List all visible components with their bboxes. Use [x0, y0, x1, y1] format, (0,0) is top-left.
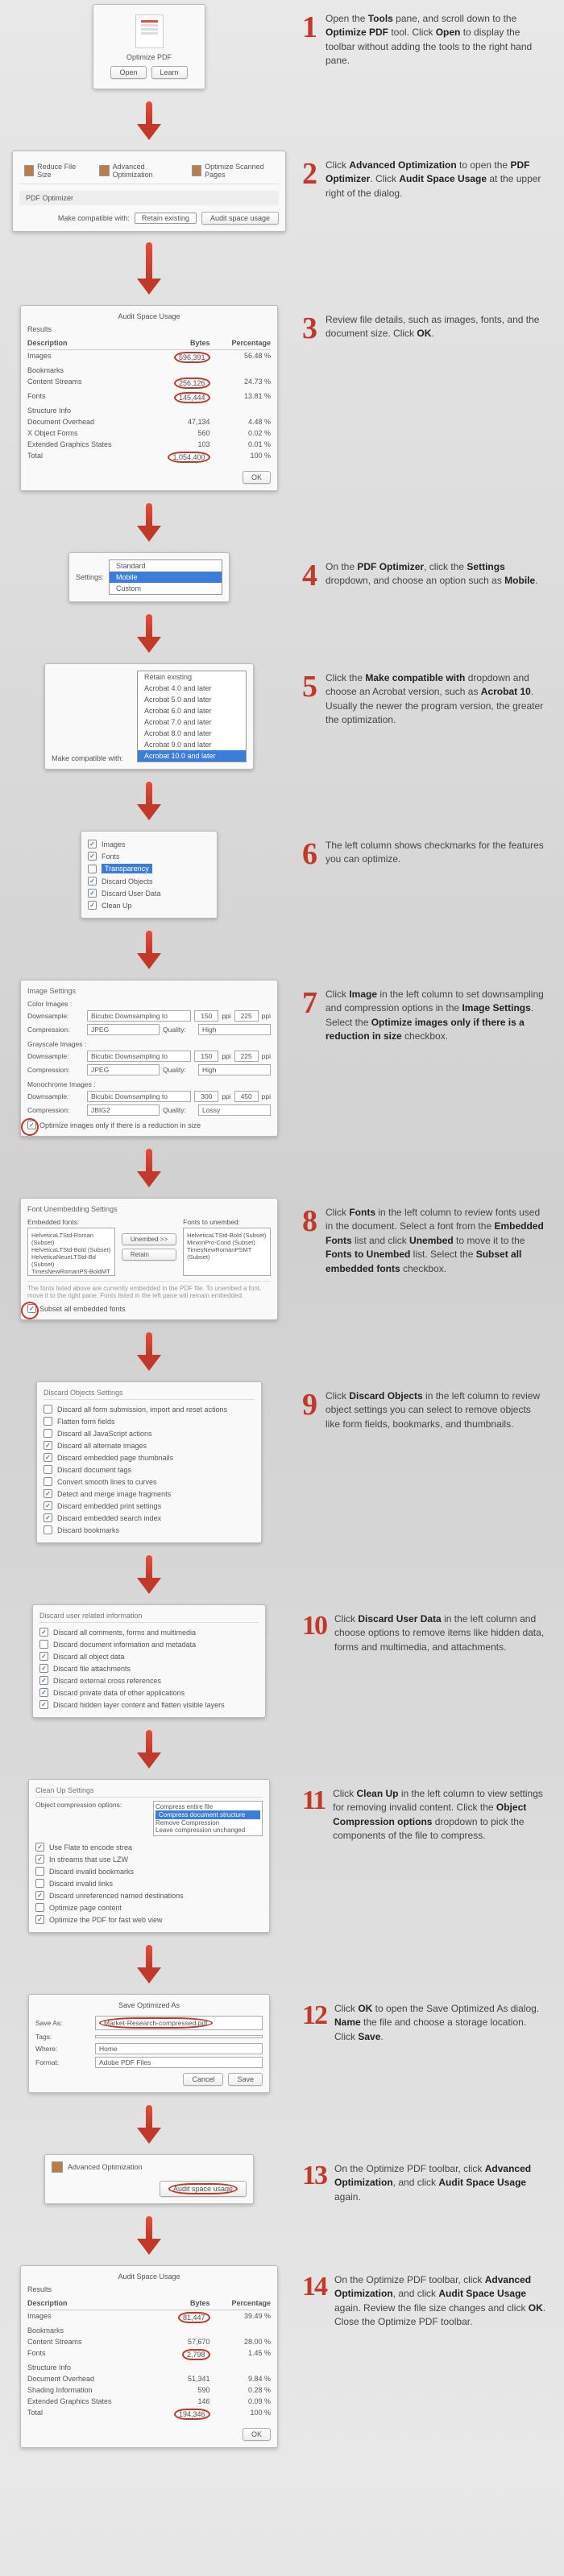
step-number: 7	[302, 988, 317, 1018]
step-text: Click Fonts in the left column to review…	[326, 1206, 548, 1276]
step-number: 13	[302, 2162, 326, 2190]
step-number: 10	[302, 1612, 326, 1640]
settings-dropdown[interactable]: StandardMobileCustom	[109, 559, 222, 595]
step-number: 14	[302, 2273, 326, 2301]
compression-options-dropdown[interactable]: Compress entire fileCompress document st…	[153, 1801, 263, 1836]
open-button[interactable]: Open	[110, 66, 146, 79]
embedded-fonts-list[interactable]: HelveticaLTStd-Roman (Subset)HelveticaLT…	[27, 1228, 115, 1276]
optimize-reduce-checkbox[interactable]	[27, 1121, 36, 1129]
step-text: Click Clean Up in the left column to vie…	[333, 1787, 548, 1843]
step-number: 12	[302, 2002, 326, 2029]
step-number: 11	[302, 1787, 325, 1814]
settings-dropdown-panel: Settings: StandardMobileCustom	[68, 552, 230, 602]
step-number: 2	[302, 159, 317, 189]
reduce-file-size[interactable]: Reduce File Size	[24, 163, 83, 179]
tool-title: Optimize PDF	[103, 53, 195, 61]
step-number: 8	[302, 1206, 317, 1236]
pdf-icon	[135, 14, 164, 48]
step-number: 4	[302, 560, 317, 591]
step-number: 3	[302, 313, 317, 344]
feature-checklist: ImagesFontsTransparencyDiscard ObjectsDi…	[81, 831, 218, 919]
results-label: Results	[27, 325, 271, 333]
step-text: Click Advanced Optimization to open the …	[326, 159, 548, 200]
step-text: Click OK to open the Save Optimized As d…	[334, 2002, 548, 2044]
audit-space-button[interactable]: Audit space usage	[201, 212, 279, 225]
ok-button[interactable]: OK	[243, 2428, 271, 2441]
optimizer-header: PDF Optimizer	[19, 191, 279, 205]
audit-button[interactable]: Audit space usage	[160, 2181, 247, 2197]
step-text: Click Image in the left column to set do…	[326, 988, 548, 1044]
step-text: The left column shows checkmarks for the…	[326, 839, 548, 867]
cancel-button[interactable]: Cancel	[183, 2073, 223, 2086]
step-number: 6	[302, 839, 317, 869]
subset-fonts-checkbox[interactable]	[27, 1304, 36, 1313]
settings-label: Settings:	[76, 573, 104, 581]
unembed-button[interactable]: Unembed >>	[122, 1233, 176, 1245]
format-select[interactable]: Adobe PDF Files	[95, 2057, 263, 2068]
compat-label: Make compatible with:	[58, 214, 130, 222]
step-text: On the Optimize PDF toolbar, click Advan…	[334, 2273, 548, 2330]
save-optimized-dialog: Save Optimized As Save As:Market-Researc…	[28, 1994, 270, 2093]
unembed-fonts-list[interactable]: HelveticaLTStd-Bold (Subset)MinionPro-Co…	[183, 1228, 271, 1276]
discard-objects-panel: Discard Objects Settings Discard all for…	[36, 1381, 262, 1543]
learn-button[interactable]: Learn	[151, 66, 188, 79]
ok-button[interactable]: OK	[243, 471, 271, 484]
advanced-optimization[interactable]: Advanced Optimization	[99, 163, 175, 179]
step-text: Click Discard Objects in the left column…	[326, 1389, 548, 1431]
step-number: 9	[302, 1389, 317, 1420]
optimize-pdf-tool: Optimize PDF Open Learn	[93, 4, 205, 89]
compat-label: Make compatible with:	[52, 754, 132, 762]
cleanup-panel: Clean Up Settings Object compression opt…	[28, 1779, 270, 1933]
audit-space-dialog: Audit Space Usage Results DescriptionByt…	[20, 305, 278, 491]
step-number: 5	[302, 671, 317, 702]
retain-button[interactable]: Retain	[122, 1249, 176, 1261]
step-number: 1	[302, 12, 317, 43]
step-text: Review file details, such as images, fon…	[326, 313, 548, 341]
optimize-scanned[interactable]: Optimize Scanned Pages	[192, 163, 274, 179]
step-text: On the Optimize PDF toolbar, click Advan…	[334, 2162, 548, 2204]
compat-select[interactable]: Retain existing	[135, 213, 197, 224]
dialog-title: Audit Space Usage	[27, 312, 271, 320]
image-settings-panel: Image Settings Color Images :Downsample:…	[20, 980, 278, 1137]
step-text: Click Discard User Data in the left colu…	[334, 1612, 548, 1654]
audit-table: DescriptionBytesPercentage Images596,391…	[27, 336, 271, 464]
optimizer-toolbar-repeat: Advanced Optimization Audit space usage	[44, 2154, 254, 2204]
tags-input[interactable]	[95, 2035, 263, 2038]
where-select[interactable]: Home	[95, 2043, 263, 2054]
step-text: On the PDF Optimizer, click the Settings…	[326, 560, 548, 588]
adv-opt-button[interactable]: Advanced Optimization	[68, 2163, 143, 2171]
audit-table: DescriptionBytesPercentage Images81,4473…	[27, 2297, 271, 2421]
audit-space-dialog-2: Audit Space Usage Results DescriptionByt…	[20, 2265, 278, 2448]
fonts-panel: Font Unembedding Settings Embedded fonts…	[20, 1198, 278, 1320]
filename-input[interactable]: Market-Research-compressed.pdf	[95, 2016, 263, 2030]
pdf-optimizer-toolbar: Reduce File Size Advanced Optimization O…	[12, 151, 286, 232]
step-text: Click the Make compatible with dropdown …	[326, 671, 548, 728]
discard-user-data-panel: Discard user related information Discard…	[32, 1604, 266, 1718]
compat-dropdown[interactable]: Retain existingAcrobat 4.0 and laterAcro…	[137, 671, 247, 762]
save-button[interactable]: Save	[228, 2073, 263, 2086]
step-text: Open the Tools pane, and scroll down to …	[326, 12, 548, 68]
compat-dropdown-panel: Make compatible with: Retain existingAcr…	[44, 663, 254, 770]
